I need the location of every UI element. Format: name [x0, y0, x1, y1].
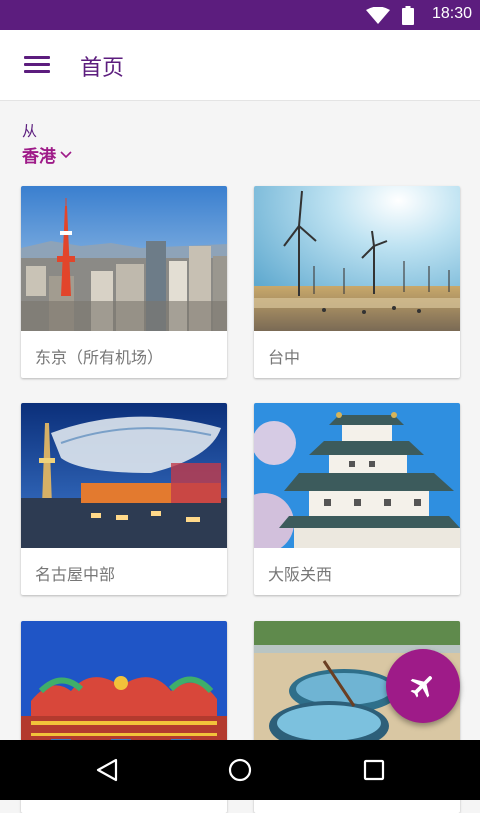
status-bar: 18:30 [0, 0, 480, 30]
origin-selector: 从 香港 [22, 120, 72, 167]
status-time: 18:30 [431, 5, 472, 22]
destination-name: 名古屋中部 [35, 565, 116, 584]
osaka-castle-photo [254, 403, 460, 548]
app-toolbar: 首页 [0, 30, 480, 101]
destination-card-osaka[interactable]: 大阪关西 [254, 403, 460, 595]
battery-icon [402, 6, 414, 25]
airplane-icon [410, 676, 432, 698]
back-icon[interactable] [88, 754, 128, 786]
destination-card-tokyo[interactable]: 东京（所有机场） [21, 186, 227, 378]
origin-label: 从 [22, 122, 38, 140]
flight-search-fab[interactable] [386, 649, 460, 723]
destination-card-nagoya[interactable]: 名古屋中部 [21, 403, 227, 595]
nagoya-tower-photo [21, 403, 227, 548]
wind-turbines-beach-photo [254, 186, 460, 331]
page-title: 首页 [80, 56, 125, 81]
destination-name: 台中 [268, 348, 301, 367]
origin-dropdown[interactable]: 香港 [22, 142, 72, 167]
wifi-icon [366, 7, 390, 24]
chevron-down-icon [60, 150, 72, 158]
destination-name: 东京（所有机场） [35, 348, 164, 367]
tokyo-skyline-photo [21, 186, 227, 331]
recent-apps-icon[interactable] [354, 754, 394, 786]
system-navigation-bar [0, 740, 480, 800]
destination-card-taichung[interactable]: 台中 [254, 186, 460, 378]
hamburger-menu-icon[interactable] [20, 50, 54, 80]
destination-name: 大阪关西 [268, 565, 333, 584]
home-icon[interactable] [220, 754, 260, 786]
origin-value: 香港 [22, 147, 56, 167]
